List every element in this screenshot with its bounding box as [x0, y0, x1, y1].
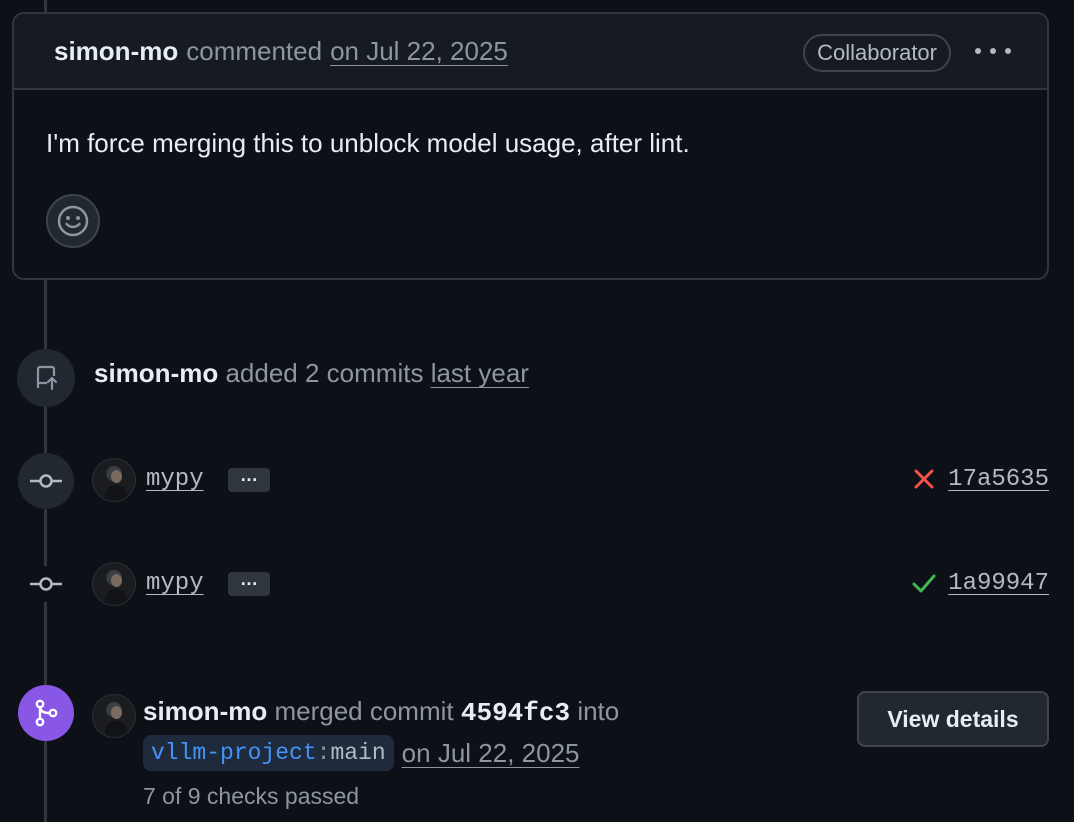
comment-card: simon-mo commented on Jul 22, 2025 Colla… [12, 12, 1049, 280]
branch-separator: : [316, 740, 331, 766]
comment-author[interactable]: simon-mo [54, 36, 178, 67]
check-icon[interactable] [911, 570, 937, 596]
commit-sha-link[interactable]: 17a5635 [948, 466, 1049, 493]
merge-action-suffix: into [577, 696, 620, 726]
branch-tag[interactable]: vllm-project:main [143, 735, 394, 771]
view-details-button[interactable]: View details [857, 691, 1049, 747]
x-icon[interactable] [911, 466, 937, 492]
smiley-icon [57, 205, 89, 237]
comment-action: commented [186, 35, 323, 66]
merge-event-summary: simon-mo merged commit 4594fc3 into [143, 696, 619, 728]
merge-target: vllm-project:main on Jul 22, 2025 [143, 735, 579, 771]
merge-author[interactable]: simon-mo [143, 696, 267, 726]
branch-owner: vllm-project [151, 740, 317, 766]
added-commits-event: simon-mo added 2 commits last year [94, 358, 529, 389]
kebab-dot [975, 48, 981, 54]
repo-push-icon [17, 349, 75, 407]
commit-sha-link[interactable]: 1a99947 [948, 570, 1049, 597]
git-merge-icon [18, 685, 74, 741]
kebab-dot [1005, 48, 1011, 54]
added-commits-action: added 2 commits [225, 358, 424, 388]
commit-row: mypy … 1a99947 [92, 562, 1049, 606]
comment-header: simon-mo commented on Jul 22, 2025 Colla… [14, 14, 1047, 90]
commit-row: mypy … 17a5635 [92, 458, 1049, 502]
comment-options-icon[interactable] [975, 36, 1011, 66]
expand-commit-button[interactable]: … [228, 570, 270, 596]
commit-icon [18, 453, 74, 509]
commit-glyph [30, 577, 62, 591]
expand-commit-button[interactable]: … [228, 466, 270, 492]
added-commits-author[interactable]: simon-mo [94, 358, 218, 388]
commit-glyph [30, 474, 62, 488]
branch-name: main [330, 740, 386, 766]
repo-push-glyph [36, 365, 58, 391]
merge-action-prefix: merged commit [274, 696, 454, 726]
add-reaction-button[interactable] [46, 194, 100, 248]
commit-icon [28, 566, 64, 602]
comment-date-link[interactable]: on Jul 22, 2025 [330, 36, 508, 67]
commit-message-link[interactable]: mypy [146, 570, 204, 597]
role-badge: Collaborator [803, 34, 951, 72]
comment-body: I'm force merging this to unblock model … [46, 128, 690, 158]
avatar[interactable] [92, 694, 136, 738]
commit-message-link[interactable]: mypy [146, 466, 204, 493]
git-merge-glyph [35, 699, 58, 727]
checks-status[interactable]: 7 of 9 checks passed [143, 783, 359, 810]
avatar[interactable] [92, 562, 136, 606]
pr-timeline: simon-mo commented on Jul 22, 2025 Colla… [0, 0, 1074, 822]
merge-commit-link[interactable]: 4594fc3 [461, 698, 570, 728]
avatar[interactable] [92, 458, 136, 502]
added-commits-time-link[interactable]: last year [431, 358, 529, 388]
kebab-dot [990, 48, 996, 54]
merge-date-link[interactable]: on Jul 22, 2025 [402, 738, 580, 769]
